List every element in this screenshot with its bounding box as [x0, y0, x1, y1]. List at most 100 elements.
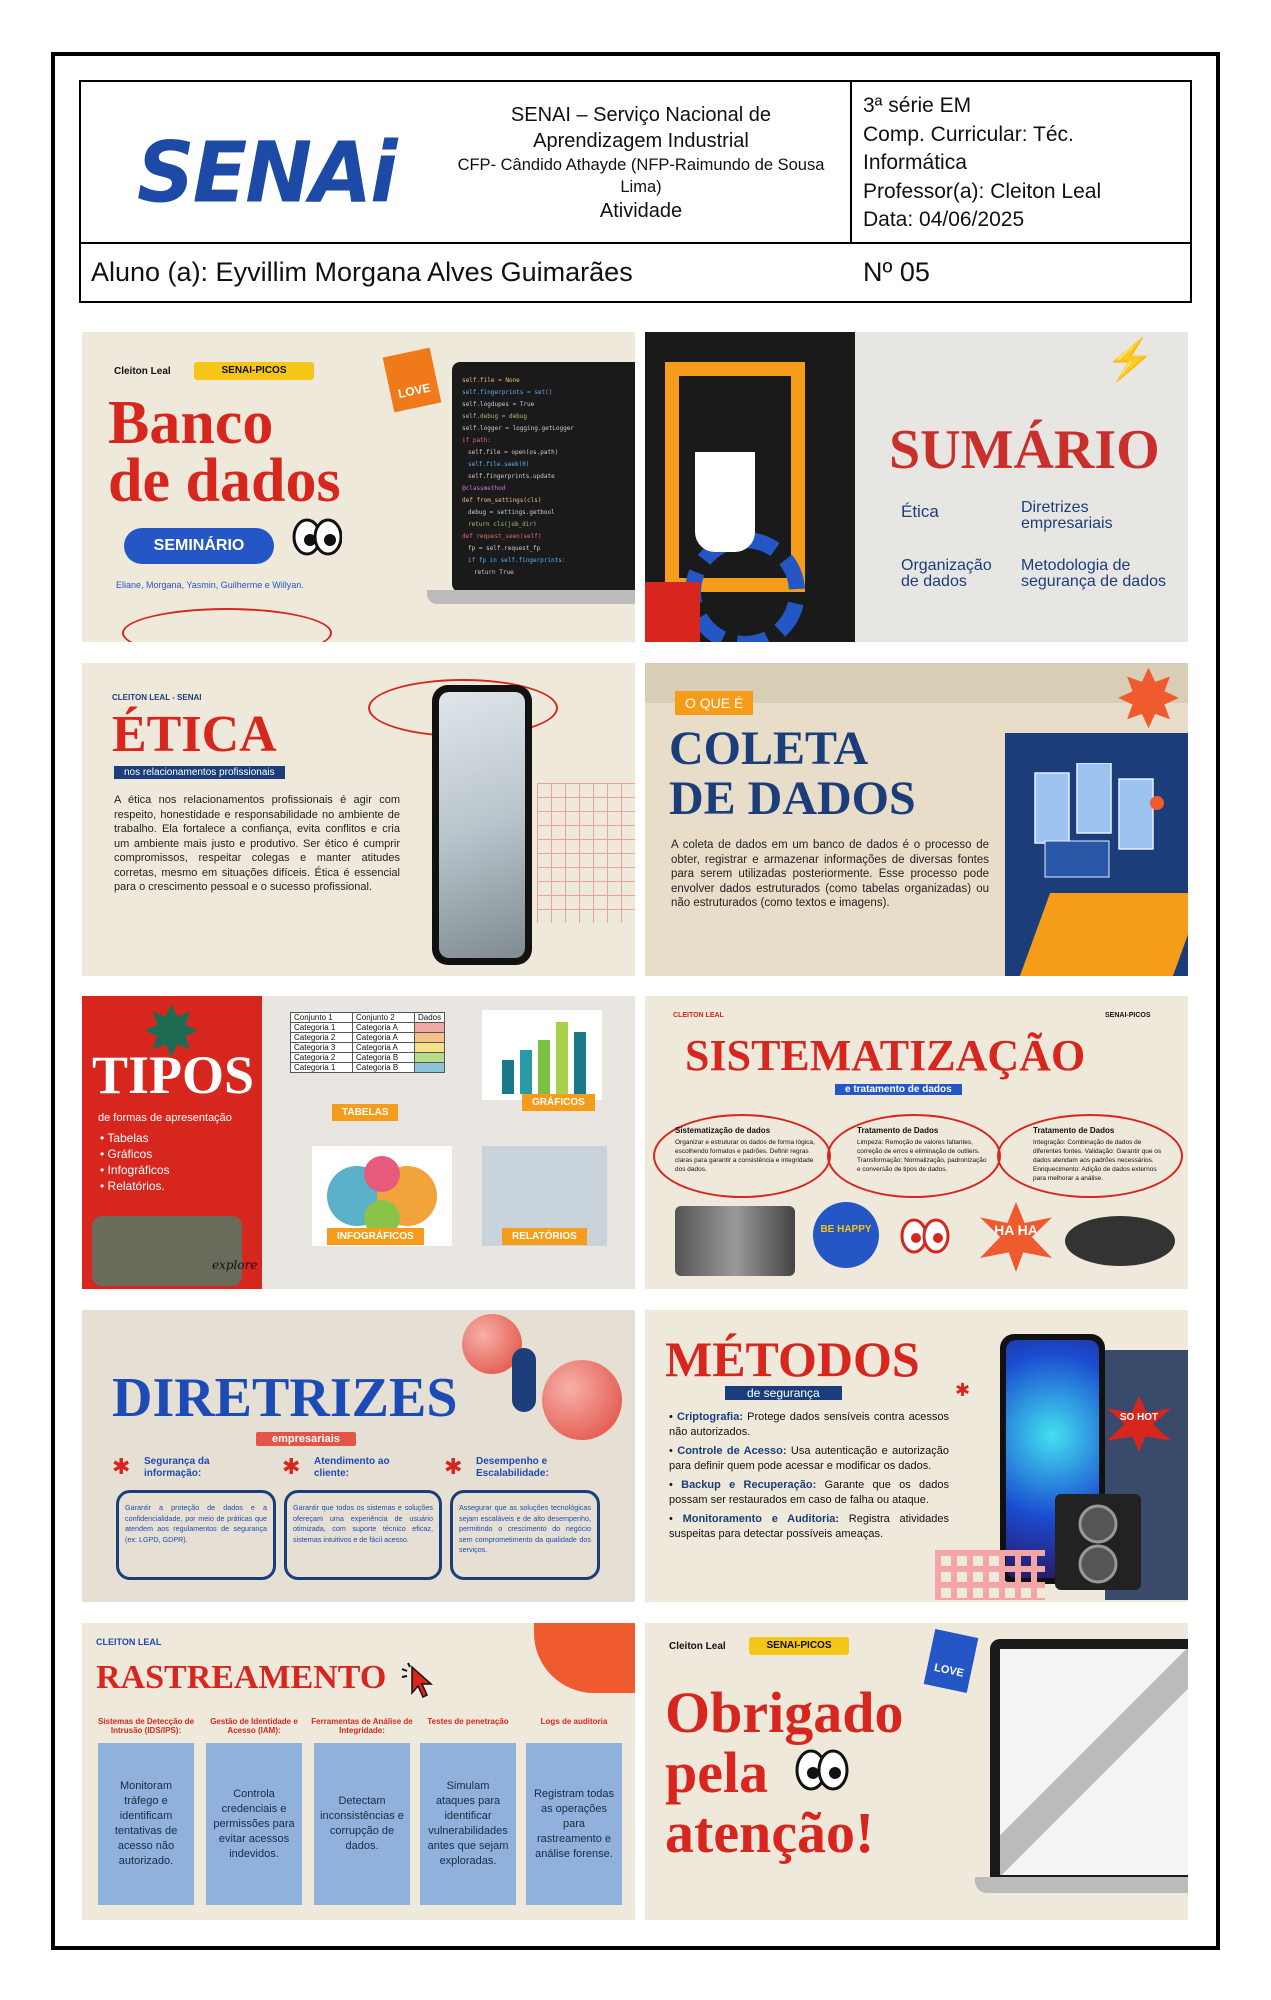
- phone-icon: [432, 685, 532, 965]
- body-text: A ética nos relacionamentos profissionai…: [114, 794, 400, 893]
- eyes-icon: [795, 1743, 849, 1797]
- svg-text:@classmethod: @classmethod: [462, 485, 506, 492]
- serie: 3ª série EM: [863, 94, 972, 117]
- sample-table: Conjunto 1 Conjunto 2 Dados Categoria 1 Cat…: [290, 1012, 446, 1073]
- tracking-col-box: Simulam ataques para identificar vulnera…: [420, 1743, 516, 1905]
- student-number: Nº 05: [863, 257, 930, 287]
- bar-chart-icon: [482, 1010, 602, 1100]
- tracking-col-heading: Logs de auditoria: [540, 1717, 608, 1726]
- professor: Professor(a): Cleiton Leal: [863, 179, 1102, 203]
- laptop-icon: [990, 1639, 1188, 1879]
- slide-title: ÉTICA: [112, 706, 277, 763]
- tracking-col-box: Detectam inconsistências e corrupção de …: [314, 1743, 410, 1905]
- subtitle: e tratamento de dados: [835, 1084, 962, 1095]
- burst-icon: ✸: [1115, 663, 1183, 744]
- slide-title: SISTEMATIZAÇÃO: [685, 1031, 1086, 1080]
- cursor-click-icon: [398, 1659, 438, 1699]
- summary-item: Ética: [901, 502, 939, 521]
- center-line: Lima): [620, 178, 662, 196]
- tracking-col-heading: Testes de penetração: [427, 1717, 509, 1726]
- types-list: • Tabelas • Gráficos • Infográficos • Relat…: [100, 1131, 170, 1193]
- svg-text:def from_settings(cls): def from_settings(cls): [462, 497, 541, 504]
- institution-line: Aprendizagem Industrial: [533, 130, 749, 152]
- tracking-col-heading: Ferramentas de Análise de Integridade:: [311, 1717, 413, 1735]
- svg-text:return cls(job_dir): return cls(job_dir): [468, 521, 537, 528]
- vase-icon: [695, 452, 755, 552]
- smile-photo: [1065, 1216, 1175, 1266]
- guideline-text: Assegurar que as soluções tecnológicas s…: [450, 1490, 600, 1580]
- label-relatorios: RELATÓRIOS: [502, 1228, 587, 1245]
- slide-coleta-de-dados: ✸ O QUE É COLETA DE DADOS A coleta de da…: [645, 663, 1188, 976]
- tag: SENAI-PICOS: [1105, 1012, 1151, 1019]
- slide-obrigado: Cleiton Leal SENAI-PICOS Obrigado pela ate…: [645, 1623, 1188, 1920]
- slide-title: RASTREAMENTO: [96, 1659, 387, 1696]
- subtitle: empresariais: [256, 1432, 356, 1446]
- slide-title: SUMÁRIO: [889, 419, 1160, 481]
- header-table: SENAi SENAI – Serviço Nacional de Aprend…: [79, 80, 1192, 303]
- tag: O QUE É: [675, 691, 754, 715]
- svg-text:if path:: if path:: [462, 437, 491, 444]
- date: Data: 04/06/2025: [863, 208, 1025, 231]
- doc-type: Atividade: [599, 200, 683, 222]
- tracking-col-box: Registram todas as operações para rastre…: [526, 1743, 622, 1905]
- slide-sistematizacao: CLEITON LEAL SENAI-PICOS SISTEMATIZAÇÃO …: [645, 996, 1188, 1289]
- slide-title: DIRETRIZES: [112, 1367, 458, 1429]
- tag: SENAI-PICOS: [749, 1637, 849, 1655]
- svg-text:if fp in self.fingerprints:: if fp in self.fingerprints:: [468, 557, 566, 564]
- tracking-col-heading: Gestão de Identidade e Acesso (IAM):: [210, 1717, 298, 1735]
- explore-text: explore: [212, 1258, 258, 1272]
- meta-block: 3ª série EM Comp. Curricular: Téc. Infor…: [863, 92, 1101, 235]
- comp-curricular: Informática: [863, 151, 967, 174]
- svg-text:self.logger = logging.getLogge: self.logger = logging.getLogger: [462, 425, 574, 432]
- subtitle: nos relacionamentos profissionais: [114, 766, 285, 779]
- guideline-heading: Desempenho e Escalabilidade:: [476, 1456, 549, 1479]
- comp-curricular: Comp. Curricular: Téc.: [863, 122, 1074, 146]
- label-infograficos: INFOGRÁFICOS: [327, 1228, 424, 1245]
- author: Cleiton Leal: [669, 1641, 726, 1652]
- slide-title: de dados: [108, 447, 341, 515]
- summary-item: Organização de dados: [901, 557, 992, 590]
- eyes-photo: [675, 1206, 795, 1276]
- institution-line: SENAI – Serviço Nacional de: [510, 104, 772, 126]
- tag: CLEITON LEAL: [96, 1637, 162, 1647]
- institution-block: SENAI – Serviço Nacional de Aprendizagem…: [441, 102, 841, 224]
- summary-item: Diretrizes empresariais: [1021, 499, 1113, 532]
- slide-title: Banco: [108, 389, 274, 457]
- tracking-col-heading: Sistemas de Detecção de Intrusão (IDS/IP…: [97, 1717, 195, 1735]
- svg-text:self.file = None: self.file = None: [462, 377, 520, 384]
- summary-item: Metodologia de segurança de dados: [1021, 557, 1166, 590]
- thank-you-text: Obrigado pela atenção!: [665, 1680, 904, 1865]
- server-icon: [1025, 762, 1175, 883]
- tag: CLEITON LEAL - SENAI: [112, 693, 202, 702]
- laptop-icon: self.file = None self.fingerprints = set(…: [452, 362, 635, 592]
- eyes-icon: [900, 1216, 950, 1256]
- svg-text:self.file = open(os.path): self.file = open(os.path): [468, 449, 558, 456]
- subtitle: de formas de apresentação: [98, 1112, 232, 1124]
- slide-rastreamento: CLEITON LEAL RASTREAMENTO Sistemas de De…: [82, 1623, 635, 1920]
- svg-text:self.fingerprints = set(): self.fingerprints = set(): [462, 389, 552, 396]
- svg-text:self.debug = debug: self.debug = debug: [462, 413, 527, 420]
- svg-text:self.file.seek(0): self.file.seek(0): [468, 461, 529, 468]
- svg-text:debug = settings.getbool: debug = settings.getbool: [468, 509, 555, 516]
- slide-title: MÉTODOS: [665, 1331, 920, 1387]
- label-tabelas: TABELAS: [332, 1104, 399, 1121]
- slide-sumario: ⚡ SUMÁRIO Ética Diretrizes empresariais O…: [645, 332, 1188, 642]
- tracking-col-box: Monitoram tráfego e identificam tentativ…: [98, 1743, 194, 1905]
- camera-icon: [92, 1216, 242, 1286]
- guideline-text: Garantir que todos os sistemas e soluçõe…: [284, 1490, 442, 1580]
- card-title: Tratamento de Dados: [1033, 1126, 1115, 1135]
- slide-metodos: MÉTODOS de segurança • Criptografia: Pro…: [645, 1310, 1188, 1602]
- slide-title: COLETA: [669, 722, 869, 775]
- love-sticker: LOVE: [382, 347, 442, 413]
- guideline-heading: Segurança da informação:: [144, 1456, 210, 1479]
- tag: SENAI-PICOS: [194, 362, 314, 380]
- card-text: Limpeza: Remoção de valores faltantes, c…: [857, 1139, 987, 1173]
- slide-title: DE DADOS: [669, 772, 916, 825]
- subtitle: de segurança: [725, 1386, 842, 1400]
- svg-text:self.logdupes = True: self.logdupes = True: [462, 401, 535, 408]
- authors: Eliane, Morgana, Yasmin, Guilherme e Wil…: [116, 580, 304, 590]
- svg-text:fp = self.request_fp: fp = self.request_fp: [468, 545, 541, 552]
- guideline-heading: Atendimento ao cliente:: [314, 1456, 390, 1479]
- lightning-icon: ⚡: [1105, 338, 1155, 382]
- card-text: Organizar e estruturar os dados de forma…: [675, 1139, 815, 1173]
